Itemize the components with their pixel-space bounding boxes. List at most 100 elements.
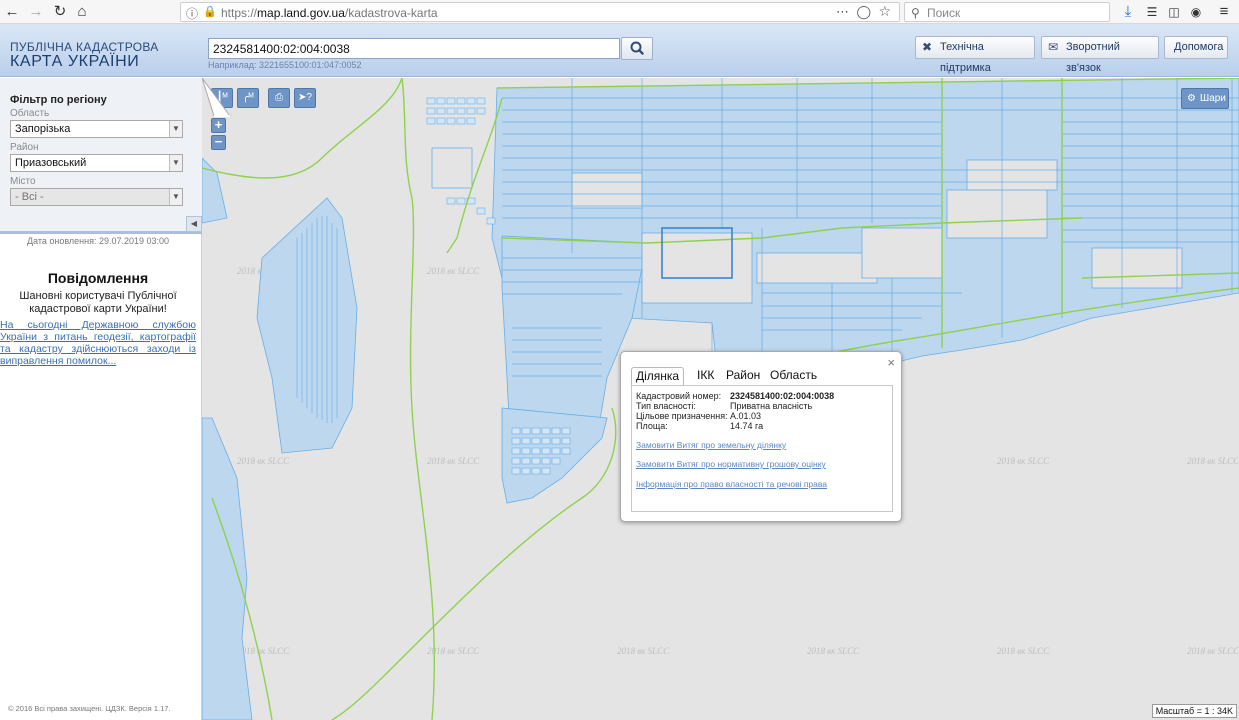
- forward-arrow-icon[interactable]: →: [26, 2, 46, 22]
- zoom-in-button[interactable]: +: [211, 118, 226, 133]
- envelope-icon: ✉: [1048, 40, 1059, 54]
- cadastral-search-input[interactable]: [208, 38, 620, 59]
- lock-icon: 🔒: [203, 6, 217, 18]
- misto-value: - Всі -: [15, 191, 44, 203]
- close-icon[interactable]: ×: [887, 355, 895, 370]
- watermark-text: 2018 вк SLCC: [807, 646, 860, 656]
- watermark-text: 2018 вк SLCC: [617, 646, 670, 656]
- logo-title-top[interactable]: ПУБЛІЧНА КАДАСТРОВА: [10, 40, 159, 54]
- field-area: Площа: 14.74 га: [636, 421, 763, 431]
- unassigned-plot: [966, 159, 1058, 191]
- oblast-select[interactable]: Запорізька ▼: [10, 120, 183, 138]
- order-valuation-link[interactable]: Замовити Витяг про нормативну грошову оц…: [636, 459, 826, 469]
- collapse-panel-button[interactable]: ◀: [186, 216, 202, 232]
- bookmark-star-icon[interactable]: ☆: [878, 3, 891, 20]
- unassigned-plot: [756, 252, 878, 284]
- info-icon[interactable]: ⓘ: [186, 5, 198, 22]
- address-bar[interactable]: ⓘ 🔒 https://map.land.gov.ua/kadastrova-k…: [180, 2, 900, 22]
- tech-support-button[interactable]: ✖ Технічна підтримка: [915, 36, 1035, 74]
- zoom-out-button[interactable]: −: [211, 135, 226, 150]
- area-icon: ╭ᴹ: [242, 92, 254, 103]
- field-key: Цільове призначення:: [636, 411, 728, 421]
- watermark-text: 2018 вк SLCC: [237, 456, 290, 466]
- unassigned-plot: [431, 147, 473, 189]
- order-extract-link[interactable]: Замовити Витяг про земельну ділянку: [636, 440, 786, 450]
- watermark-text: 2018 вк SLCC: [427, 456, 480, 466]
- feedback-label: Зворотний зв'язок: [1066, 41, 1120, 74]
- sidebar-icon[interactable]: ◫: [1164, 2, 1184, 22]
- misto-select: - Всі - ▼: [10, 188, 183, 206]
- chevron-down-icon: ▼: [169, 189, 182, 205]
- app-header: ПУБЛІЧНА КАДАСТРОВА КАРТА УКРАЇНИ Наприк…: [0, 24, 1239, 77]
- chevron-down-icon: ▼: [169, 155, 182, 171]
- notice-link[interactable]: На сьогодні Державною службою України з …: [0, 319, 196, 367]
- chevron-down-icon: ▼: [169, 121, 182, 137]
- watermark-text: 2018 вк SLCC: [997, 646, 1050, 656]
- reload-icon[interactable]: ↻: [50, 2, 70, 22]
- parcel-area-northwest[interactable]: [202, 157, 228, 224]
- tab-rayon[interactable]: Район: [722, 367, 764, 386]
- print-button[interactable]: ⎙: [268, 88, 290, 108]
- unassigned-plot: [571, 172, 643, 209]
- notice-title: Повідомлення: [47, 270, 149, 286]
- field-purpose: Цільове призначення: А.01.03: [636, 411, 761, 421]
- menu-icon[interactable]: ≡: [1214, 2, 1234, 22]
- field-cadastral-number: Кадастровий номер: 2324581400:02:004:0038: [636, 391, 834, 401]
- tools-icon: ✖: [922, 40, 933, 54]
- ownership-info-link[interactable]: Інформація про право власності та речові…: [636, 479, 827, 489]
- layers-button[interactable]: ⚙ Шари: [1181, 88, 1229, 109]
- search-icon: [630, 41, 644, 55]
- field-value: Приватна власність: [730, 401, 813, 411]
- filter-title: Фільтр по регіону: [10, 94, 107, 106]
- unassigned-plot: [641, 232, 753, 304]
- browser-search-field[interactable]: ⚲ Поиск: [904, 2, 1110, 22]
- cadastral-search-button[interactable]: [621, 37, 653, 60]
- field-value: А.01.03: [730, 411, 762, 421]
- watermark-text: 2018 вк SLCC: [237, 646, 290, 656]
- oblast-label: Область: [10, 108, 50, 119]
- boundary-west-road: [401, 78, 436, 720]
- field-ownership-type: Тип власності: Приватна власність: [636, 401, 812, 411]
- minus-icon: −: [214, 134, 223, 149]
- tab-oblast[interactable]: Область: [766, 367, 821, 386]
- unassigned-plot: [861, 227, 943, 279]
- gear-icon: ⚙: [1187, 93, 1196, 104]
- rayon-value: Приазовський: [15, 157, 87, 169]
- feedback-button[interactable]: ✉ Зворотний зв'язок: [1041, 36, 1159, 74]
- rayon-select[interactable]: Приазовський ▼: [10, 154, 183, 172]
- tech-support-label: Технічна підтримка: [940, 41, 991, 74]
- tab-dilyanka[interactable]: Ділянка: [631, 367, 685, 386]
- copyright: © 2016 Всі права захищені. ЦДЗК. Версія …: [8, 704, 171, 713]
- printer-icon: ⎙: [275, 92, 283, 103]
- measure-area-button[interactable]: ╭ᴹ: [237, 88, 259, 108]
- field-key: Тип власності:: [636, 401, 696, 411]
- unassigned-plot: [946, 189, 1048, 239]
- popup-body: Кадастровий номер: 2324581400:02:004:0038…: [631, 385, 893, 512]
- info-tool-button[interactable]: ➤?: [294, 88, 316, 108]
- help-button[interactable]: Допомога: [1164, 36, 1228, 59]
- more-actions-icon[interactable]: ⋯: [836, 4, 849, 20]
- watermark-text: 2018 вк SLCC: [1187, 456, 1239, 466]
- notice-text: Шановні користувачі Публічної кадастрово…: [19, 290, 177, 315]
- tab-ikk[interactable]: ІКК: [693, 367, 718, 386]
- parcel-area-village[interactable]: [501, 407, 608, 504]
- cursor-question-icon: ➤?: [298, 92, 312, 103]
- url-text: https://map.land.gov.ua/kadastrova-karta: [221, 6, 438, 20]
- search-example-hint: Наприклад: 3221655100:01:047:0052: [208, 60, 362, 70]
- field-key: Площа:: [636, 421, 668, 431]
- left-panel: Фільтр по регіону Область Запорізька ▼ Р…: [0, 78, 202, 720]
- rayon-label: Район: [10, 142, 39, 153]
- back-arrow-icon[interactable]: ←: [2, 2, 22, 22]
- logo-title-main[interactable]: КАРТА УКРАЇНИ: [10, 53, 139, 71]
- field-value: 2324581400:02:004:0038: [730, 391, 835, 401]
- download-icon[interactable]: ⤓: [1118, 2, 1138, 22]
- pocket-icon[interactable]: ◯: [856, 4, 871, 20]
- cadastral-map[interactable]: 2018 вк SLCC 2018 вк SLCC 2018 вк SLCC 2…: [202, 78, 1239, 720]
- field-key: Кадастровий номер:: [636, 391, 722, 401]
- search-icon: ⚲: [911, 6, 920, 20]
- library-icon[interactable]: ☰: [1142, 2, 1162, 22]
- home-icon[interactable]: ⌂: [72, 2, 92, 22]
- update-date: Дата оновлення: 29.07.2019 03:00: [26, 236, 170, 246]
- extension-icon[interactable]: ◉: [1186, 2, 1206, 22]
- field-value: 14.74 га: [730, 421, 764, 431]
